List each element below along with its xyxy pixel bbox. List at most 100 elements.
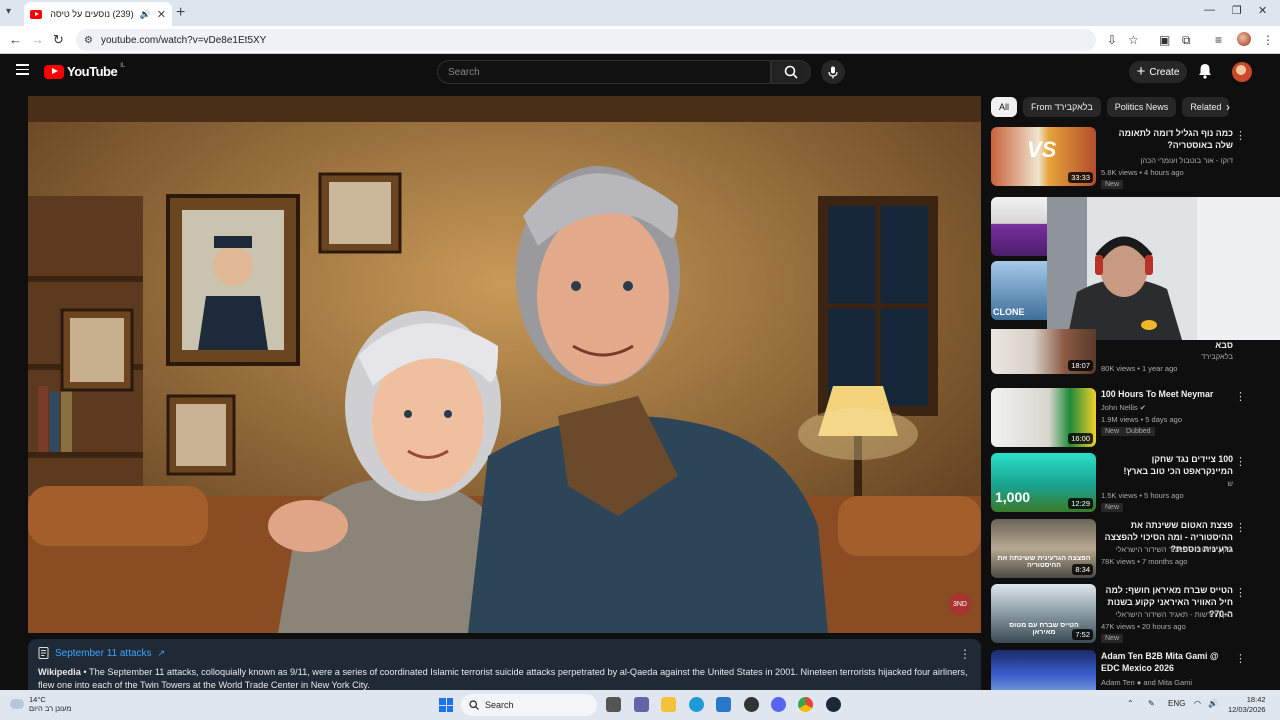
video-thumbnail[interactable]: 18:07 — [991, 329, 1096, 374]
more-options-icon[interactable]: ⋮ — [1235, 652, 1246, 665]
channel-name[interactable]: בלאקבירד — [1101, 352, 1233, 361]
webcam-person-image — [1047, 197, 1280, 340]
video-player[interactable]: 3ND — [28, 96, 981, 633]
youtube-header: YouTube IL Search + Create — [0, 54, 1280, 90]
video-title[interactable]: 100 ציידים נגד שחקן המיינקראפט הכי טוב ב… — [1101, 453, 1233, 477]
recommendation-item[interactable]: 1,000 12:29 100 ציידים נגד שחקן המיינקרא… — [991, 453, 1251, 513]
info-panel-link[interactable]: September 11 attacks — [55, 648, 152, 659]
file-explorer-icon[interactable] — [661, 697, 676, 712]
channel-name[interactable]: כאן | חדשות - תאגיד השידור הישראלי — [1101, 610, 1233, 619]
site-info-icon[interactable]: ⚙ — [84, 35, 93, 46]
extension-icon[interactable]: ▣ — [1159, 33, 1170, 47]
video-title[interactable]: כמה נוף הגליל דומה לתאומה שלה באוסטריה? — [1101, 127, 1233, 151]
install-icon[interactable]: ⇩ — [1107, 33, 1117, 47]
channel-name[interactable]: Adam Ten ● and Mita Gami — [1101, 678, 1233, 687]
video-title[interactable]: סבא — [1101, 339, 1233, 351]
more-options-icon[interactable]: ⋮ — [1235, 129, 1246, 142]
video-thumbnail[interactable]: 16:00 — [991, 388, 1096, 447]
channel-name[interactable]: ש — [1101, 479, 1233, 488]
obs-icon[interactable] — [744, 697, 759, 712]
windows-start-icon[interactable] — [439, 698, 453, 712]
video-thumbnail[interactable] — [991, 650, 1096, 690]
more-options-icon[interactable]: ⋮ — [1235, 586, 1246, 599]
dubbed-badge: Dubbed — [1122, 427, 1155, 436]
edge-icon[interactable] — [689, 697, 704, 712]
teams-icon[interactable] — [634, 697, 649, 712]
wifi-icon[interactable]: ◠ — [1194, 699, 1201, 708]
video-title[interactable]: 100 Hours To Meet Neymar — [1101, 388, 1233, 400]
search-button[interactable] — [771, 60, 811, 84]
browser-menu-icon[interactable]: ⋮ — [1262, 33, 1274, 47]
browser-profile-avatar[interactable] — [1237, 32, 1251, 46]
steam-icon[interactable] — [826, 697, 841, 712]
channel-name[interactable]: כאן | חדשות - תאגיד השידור הישראלי — [1101, 545, 1233, 554]
notifications-bell-icon[interactable] — [1198, 63, 1212, 79]
recommendation-item[interactable]: הטייס שברח עם מטוס מאיראן 7:52 הטייס שבר… — [991, 584, 1251, 644]
channel-name[interactable]: דוקו - אור בוטבול ועומרי הכהן — [1101, 156, 1233, 165]
url-text: youtube.com/watch?v=vDe8e1Et5XY — [100, 34, 267, 46]
bookmark-star-icon[interactable]: ☆ — [1128, 33, 1139, 47]
video-meta: 1.9M views • 5 days ago — [1101, 415, 1182, 424]
store-icon[interactable] — [716, 697, 731, 712]
volume-icon[interactable]: 🔊 — [1208, 699, 1218, 708]
video-thumbnail[interactable]: 1,000 12:29 — [991, 453, 1096, 512]
recommendation-item[interactable]: Adam Ten B2B Mita Gami @ EDC Mexico 2026… — [991, 650, 1251, 690]
account-avatar[interactable] — [1232, 62, 1252, 82]
more-options-icon[interactable]: ⋮ — [1235, 521, 1246, 534]
youtube-page: YouTube IL Search + Create 3ND September… — [0, 54, 1280, 690]
maximize-icon[interactable]: ❐ — [1232, 4, 1242, 17]
more-options-icon[interactable]: ⋮ — [1235, 390, 1246, 403]
more-options-icon[interactable]: ⋮ — [959, 647, 971, 661]
pen-icon[interactable]: ✎ — [1148, 699, 1155, 708]
chip-all[interactable]: All — [991, 97, 1018, 117]
video-thumbnail[interactable]: VS 33:33 — [991, 127, 1096, 186]
taskbar-search[interactable]: Search — [461, 694, 597, 716]
language-indicator[interactable]: ENG — [1168, 699, 1185, 708]
chrome-icon[interactable] — [798, 697, 813, 712]
menu-icon[interactable] — [16, 64, 29, 75]
weather-widget[interactable]: 14°C מעונן רב היום — [10, 695, 71, 713]
close-window-icon[interactable]: ✕ — [1258, 4, 1267, 17]
chevron-right-icon[interactable]: › — [1219, 98, 1237, 116]
chip-politics-news[interactable]: Politics News — [1106, 97, 1177, 117]
video-thumbnail[interactable]: הטייס שברח עם מטוס מאיראן 7:52 — [991, 584, 1096, 643]
address-bar: ← → ↻ ⚙ youtube.com/watch?v=vDe8e1Et5XY … — [0, 26, 1280, 54]
media-control-icon[interactable]: ≡ — [1215, 33, 1222, 47]
recommendation-item[interactable]: VS 33:33 כמה נוף הגליל דומה לתאומה שלה ב… — [991, 127, 1251, 189]
document-icon — [38, 647, 49, 659]
extensions-puzzle-icon[interactable]: ⧉ — [1182, 33, 1191, 48]
close-tab-icon[interactable]: ✕ — [157, 8, 166, 21]
search-icon — [469, 700, 479, 710]
more-options-icon[interactable]: ⋮ — [1235, 455, 1246, 468]
channel-watermark[interactable]: 3ND — [949, 593, 971, 615]
youtube-logo[interactable]: YouTube IL — [44, 63, 125, 79]
voice-search-button[interactable] — [821, 60, 845, 84]
video-thumbnail[interactable]: הפצצה הגרעינית ששינתה את ההיסטוריה 8:34 — [991, 519, 1096, 578]
search-input[interactable]: Search — [437, 60, 771, 84]
task-view-icon[interactable] — [606, 697, 621, 712]
discord-icon[interactable] — [771, 697, 786, 712]
url-field[interactable]: ⚙ youtube.com/watch?v=vDe8e1Et5XY — [76, 29, 1096, 51]
channel-name[interactable]: John Nellis ✔ — [1101, 403, 1233, 412]
video-thumbnail[interactable]: CLONE — [991, 261, 1047, 320]
new-badge: New — [1101, 634, 1124, 643]
forward-icon[interactable]: → — [31, 32, 44, 47]
verified-icon: ✔ — [1139, 403, 1147, 412]
tab-search-icon[interactable]: ▾ — [6, 6, 11, 17]
video-frame-illustration — [28, 96, 981, 633]
create-button[interactable]: + Create — [1129, 61, 1187, 83]
tray-overflow-icon[interactable]: ⌃ — [1127, 699, 1134, 708]
back-icon[interactable]: ← — [9, 32, 22, 47]
reload-icon[interactable]: ↻ — [53, 32, 64, 48]
video-thumbnail[interactable] — [991, 197, 1047, 256]
browser-tab[interactable]: (239) נוסעים על טיסה וגו 🔊 ✕ — [24, 2, 172, 26]
speaker-icon[interactable]: 🔊 — [140, 9, 151, 20]
minimize-icon[interactable]: — — [1204, 4, 1215, 16]
plus-icon: + — [1136, 63, 1146, 80]
video-title[interactable]: Adam Ten B2B Mita Gami @ EDC Mexico 2026 — [1101, 650, 1233, 674]
chip-from-channel[interactable]: From בלאקבירד — [1023, 97, 1101, 117]
recommendation-item[interactable]: הפצצה הגרעינית ששינתה את ההיסטוריה 8:34 … — [991, 519, 1251, 579]
clock[interactable]: 18:42 12/03/2026 — [1228, 695, 1266, 715]
recommendation-item[interactable]: 16:00 100 Hours To Meet Neymar John Nell… — [991, 388, 1251, 448]
new-tab-button[interactable]: + — [176, 4, 185, 22]
